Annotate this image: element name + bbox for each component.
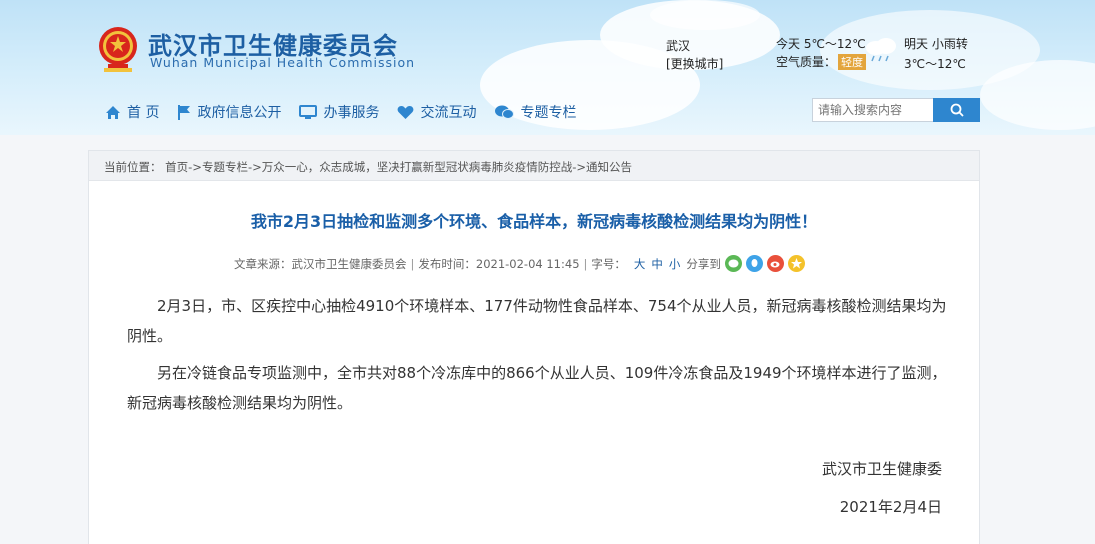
breadcrumb: 当前位置： 首页->专题专栏->万众一心，众志成城，坚决打赢新型冠状病毒肺炎疫情… bbox=[89, 151, 979, 181]
nav-item-label: 专题专栏 bbox=[520, 105, 577, 121]
font-size-medium[interactable]: 中 bbox=[651, 256, 663, 272]
font-size-small[interactable]: 小 bbox=[669, 256, 681, 272]
share-label: 分享到 bbox=[686, 256, 721, 271]
publish-time: 2021-02-04 11:45 bbox=[475, 256, 580, 271]
nav-item-gov-info[interactable]: 政府信息公开 bbox=[177, 102, 281, 122]
article-panel: 当前位置： 首页->专题专栏->万众一心，众志成城，坚决打赢新型冠状病毒肺炎疫情… bbox=[88, 150, 980, 544]
font-size-large[interactable]: 大 bbox=[634, 256, 646, 272]
search-icon bbox=[950, 103, 964, 117]
meta-divider: | bbox=[410, 256, 415, 271]
weather-tomorrow-temp: 3℃～12℃ bbox=[904, 57, 966, 71]
cloud-rain-icon bbox=[866, 38, 896, 62]
nav-item-label: 办事服务 bbox=[323, 105, 380, 121]
weibo-share-icon[interactable] bbox=[766, 255, 784, 272]
home-icon bbox=[106, 105, 120, 119]
nav-item-home[interactable]: 首 页 bbox=[105, 102, 159, 122]
national-emblem-icon[interactable] bbox=[95, 24, 141, 74]
weather-tomorrow: 明天 小雨转 bbox=[904, 37, 968, 51]
time-label: 发布时间： bbox=[418, 256, 476, 271]
nav-item-label: 首 页 bbox=[127, 105, 160, 121]
site-header: 武汉市卫生健康委员会 Wuhan Municipal Health Commis… bbox=[0, 0, 1095, 135]
breadcrumb-prefix: 当前位置： bbox=[104, 160, 162, 174]
site-subtitle: Wuhan Municipal Health Commission bbox=[150, 55, 416, 70]
air-quality-label: 空气质量： bbox=[776, 55, 837, 69]
weather-today: 今天 5℃～12℃ bbox=[776, 37, 866, 51]
article-source: 武汉市卫生健康委员会 bbox=[291, 256, 407, 271]
nav-item-label: 交流互动 bbox=[420, 105, 477, 121]
article-body: 2月3日，市、区疾控中心抽检4910个环境样本、177件动物性食品样本、754个… bbox=[127, 291, 947, 425]
weather-city: 武汉 bbox=[666, 39, 691, 53]
qq-share-icon[interactable] bbox=[745, 255, 763, 272]
article-paragraph: 另在冷链食品专项监测中，全市共对88个冷冻库中的866个从业人员、109件冷冻食… bbox=[127, 364, 947, 412]
cloud-decoration bbox=[650, 0, 760, 30]
font-size-label: 字号： bbox=[591, 256, 626, 271]
nav-item-interaction[interactable]: 交流互动 bbox=[397, 102, 476, 122]
nav-item-topics[interactable]: 专题专栏 bbox=[494, 102, 576, 122]
search-input[interactable] bbox=[812, 98, 934, 122]
article-paragraph: 2月3日，市、区疾控中心抽检4910个环境样本、177件动物性食品样本、754个… bbox=[127, 297, 947, 345]
article-date: 2021年2月4日 bbox=[839, 498, 942, 516]
nav-item-label: 政府信息公开 bbox=[197, 105, 282, 121]
source-label: 文章来源： bbox=[234, 256, 292, 271]
change-city-link[interactable]: [更换城市] bbox=[666, 55, 723, 72]
flag-icon bbox=[178, 105, 191, 120]
qzone-share-icon[interactable] bbox=[787, 255, 805, 272]
article-meta: 文章来源： 武汉市卫生健康委员会 | 发布时间： 2021-02-04 11:4… bbox=[234, 255, 805, 272]
search-button[interactable] bbox=[933, 98, 980, 122]
wechat-share-icon[interactable] bbox=[724, 255, 742, 272]
chat-icon bbox=[495, 105, 515, 119]
main-nav: 首 页 政府信息公开 办事服务 交流互动 专题专栏 bbox=[105, 102, 594, 122]
nav-item-services[interactable]: 办事服务 bbox=[299, 102, 379, 122]
breadcrumb-path[interactable]: 首页->专题专栏->万众一心，众志成城，坚决打赢新型冠状病毒肺炎疫情防控战->通… bbox=[165, 160, 632, 174]
article-title: 我市2月3日抽检和监测多个环境、食品样本，新冠病毒核酸检测结果均为阴性！ bbox=[250, 212, 818, 231]
article-signature: 武汉市卫生健康委 bbox=[821, 460, 942, 478]
monitor-icon bbox=[299, 104, 318, 119]
meta-divider: | bbox=[583, 256, 588, 271]
air-quality: 空气质量： 轻度 bbox=[776, 53, 867, 70]
heart-icon bbox=[398, 105, 414, 119]
